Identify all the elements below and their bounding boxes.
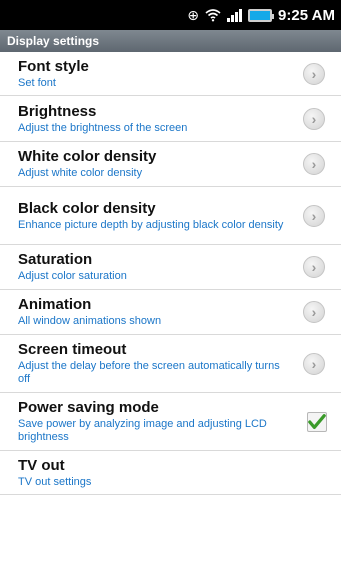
- setting-black-color-density[interactable]: Black color density Enhance picture dept…: [0, 187, 341, 245]
- setting-title: Black color density: [18, 199, 156, 217]
- power-saving-checkbox[interactable]: [307, 411, 327, 432]
- chevron-right-icon[interactable]: ›: [303, 301, 325, 323]
- setting-white-color-density[interactable]: White color density Adjust white color d…: [0, 142, 341, 187]
- setting-subtitle: Adjust color saturation: [18, 270, 127, 282]
- setting-subtitle: Save power by analyzing image and adjust…: [18, 418, 267, 443]
- setting-font-style[interactable]: Font style Set font ›: [0, 52, 341, 96]
- setting-subtitle: All window animations shown: [18, 315, 162, 327]
- setting-title: Brightness: [18, 102, 97, 120]
- setting-animation[interactable]: Animation All window animations shown ›: [0, 290, 341, 335]
- status-bar: ⊕ 9:25 AM: [0, 0, 341, 30]
- gps-icon: ⊕: [187, 7, 200, 23]
- checkmark-icon: [308, 413, 326, 429]
- setting-screen-timeout[interactable]: Screen timeout Adjust the delay before t…: [0, 335, 341, 393]
- setting-title: Saturation: [18, 251, 93, 268]
- chevron-right-icon[interactable]: ›: [303, 352, 325, 375]
- battery-icon: [248, 8, 275, 22]
- signal-icon: [227, 8, 243, 22]
- setting-subtitle: Enhance picture depth by adjusting black…: [18, 218, 284, 231]
- settings-list: Font style Set font › Brightness Adjust …: [0, 52, 341, 495]
- setting-title: Screen timeout: [18, 341, 127, 358]
- wifi-icon: [205, 8, 221, 22]
- setting-title: Power saving mode: [18, 399, 159, 416]
- setting-subtitle: Adjust the brightness of the screen: [18, 121, 188, 134]
- setting-subtitle: TV out settings: [18, 475, 92, 488]
- setting-subtitle: Adjust the delay before the screen autom…: [18, 360, 280, 385]
- setting-power-saving-mode[interactable]: Power saving mode Save power by analyzin…: [0, 393, 341, 451]
- setting-tv-out[interactable]: TV out TV out settings: [0, 451, 341, 495]
- chevron-right-icon[interactable]: ›: [303, 62, 325, 85]
- clock: 9:25 AM: [278, 6, 335, 24]
- setting-title: Animation: [18, 296, 92, 313]
- chevron-right-icon[interactable]: ›: [303, 107, 325, 130]
- chevron-right-icon[interactable]: ›: [303, 153, 325, 175]
- page-title: Display settings: [0, 30, 341, 52]
- chevron-right-icon[interactable]: ›: [303, 204, 325, 227]
- chevron-right-icon[interactable]: ›: [303, 256, 325, 278]
- setting-saturation[interactable]: Saturation Adjust color saturation ›: [0, 245, 341, 290]
- setting-subtitle: Adjust white color density: [18, 167, 143, 179]
- setting-subtitle: Set font: [18, 76, 56, 89]
- setting-title: White color density: [18, 148, 157, 165]
- setting-title: Font style: [18, 57, 89, 75]
- setting-title: TV out: [18, 456, 65, 474]
- setting-brightness[interactable]: Brightness Adjust the brightness of the …: [0, 96, 341, 142]
